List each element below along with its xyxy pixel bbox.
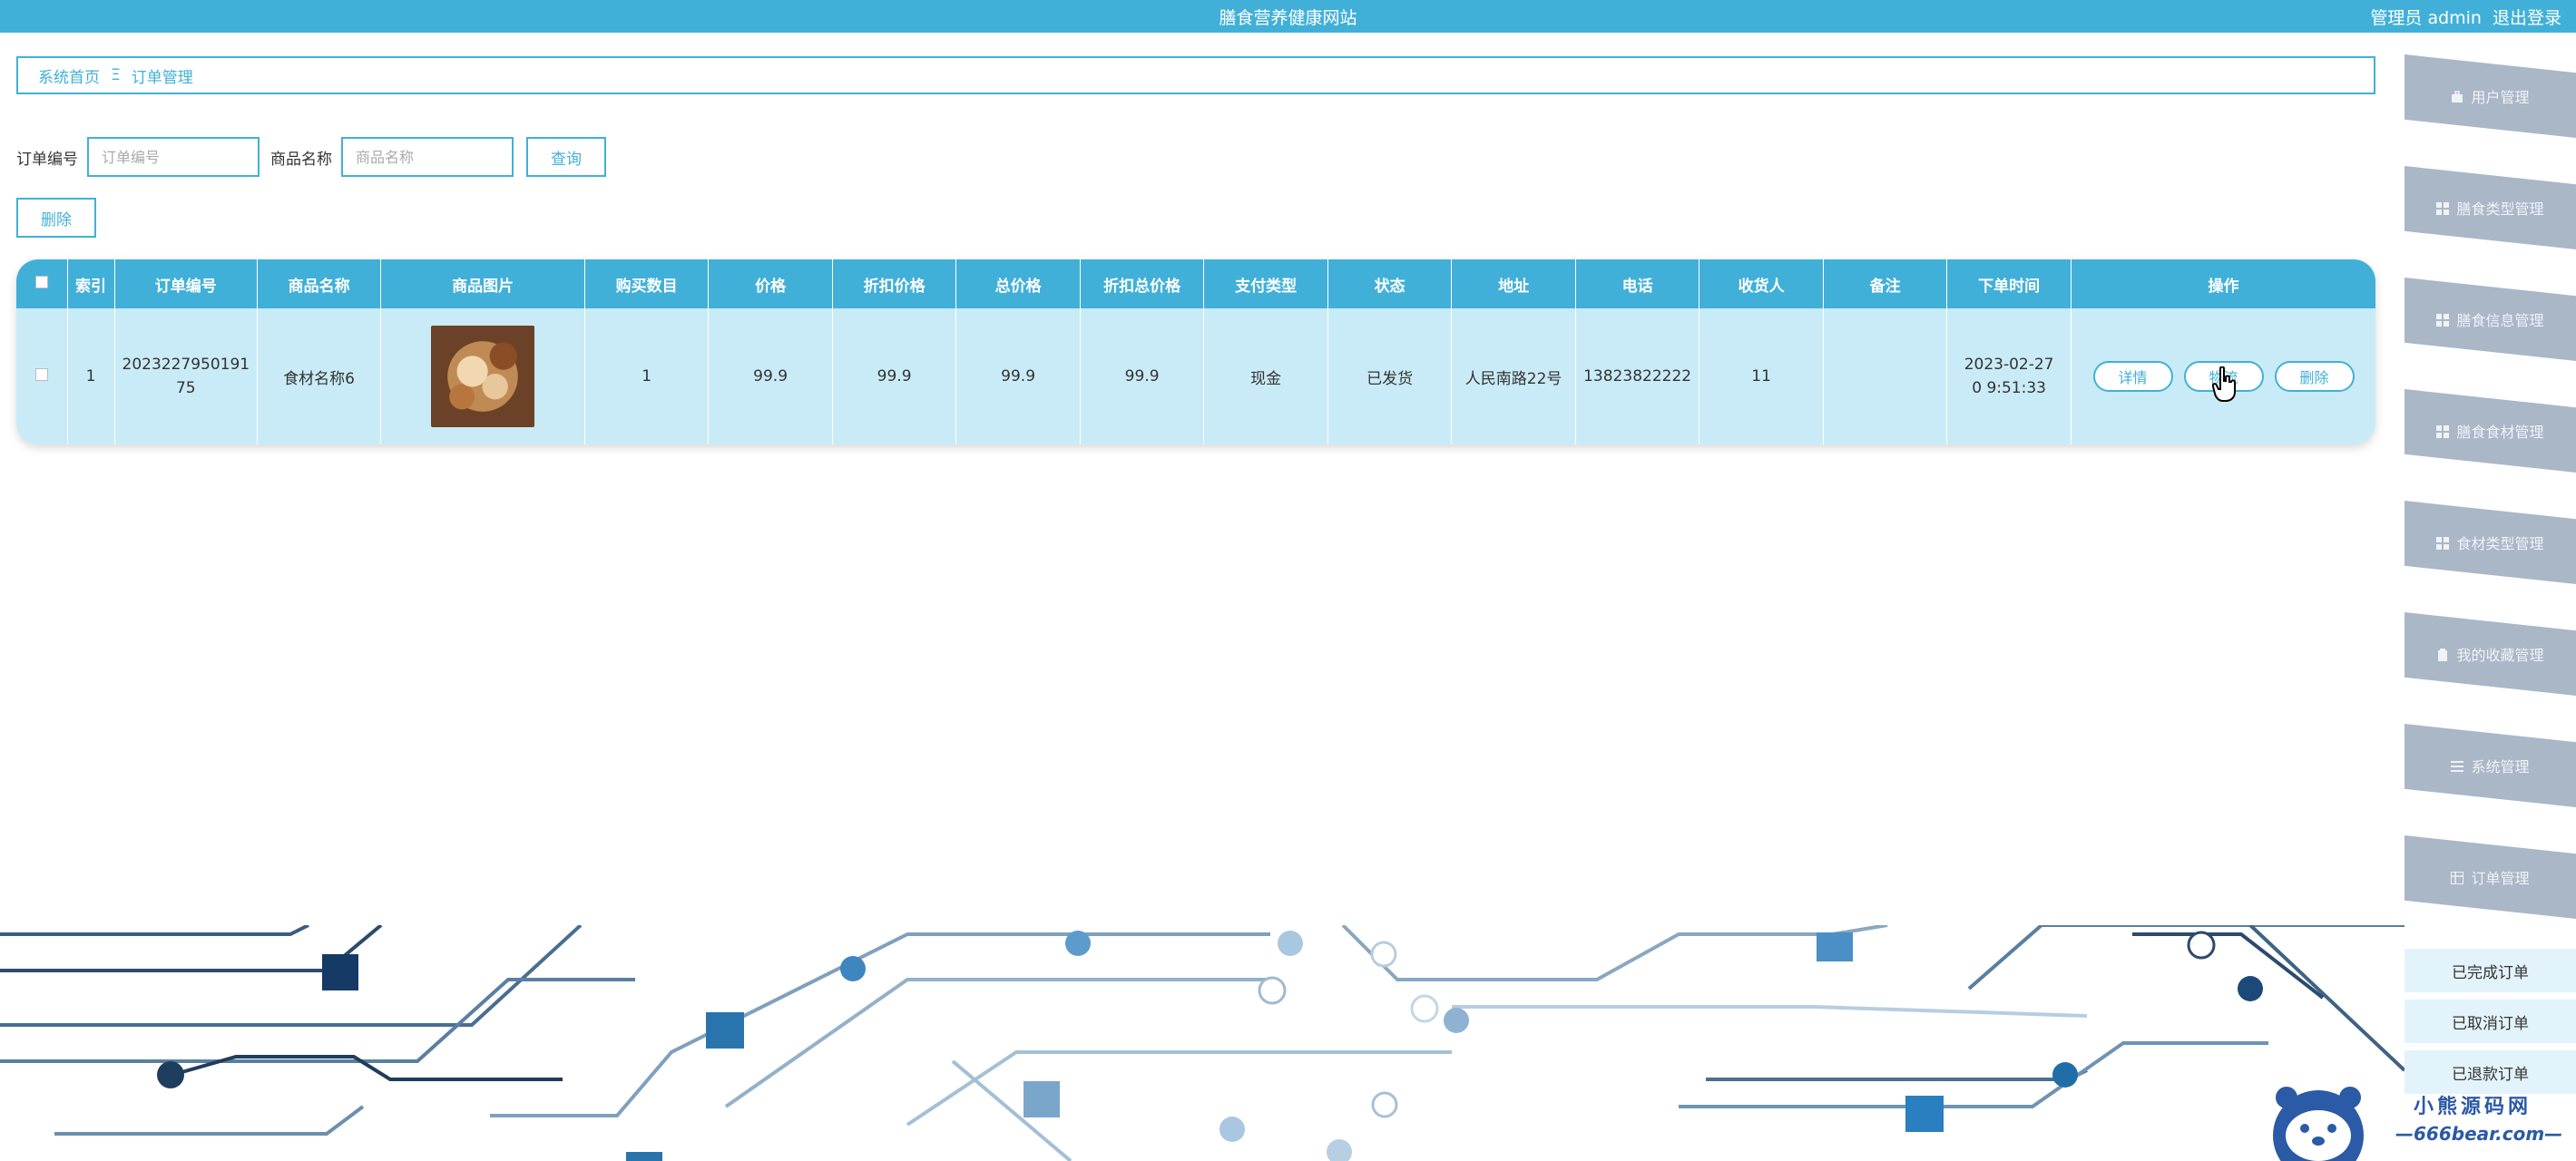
orders-table: 索引 订单编号 商品名称 商品图片 购买数目 价格 折扣价格 总价格 折扣总价格… — [16, 259, 2375, 444]
sidebar-item-system-management[interactable]: 系统管理 — [2405, 724, 2576, 807]
batch-delete-button[interactable]: 删除 — [16, 198, 96, 238]
clipboard-icon — [2436, 648, 2449, 661]
col-header: 备注 — [1823, 259, 1948, 308]
order-no-input[interactable] — [87, 137, 260, 177]
cell-pay-type: 现金 — [1203, 308, 1329, 444]
search-form: 订单编号 商品名称 查询 — [16, 136, 606, 178]
cell-status: 已发货 — [1327, 308, 1453, 444]
sidebar-item-meal-type-management[interactable]: 膳食类型管理 — [2405, 166, 2576, 249]
query-button[interactable]: 查询 — [526, 137, 606, 177]
circuit-node — [1817, 932, 1853, 961]
sidebar-item-favorites-management[interactable]: 我的收藏管理 — [2405, 612, 2576, 696]
breadcrumb-home[interactable]: 系统首页 — [38, 64, 100, 87]
row-select-cell — [16, 308, 68, 444]
circuit-node — [706, 1012, 744, 1049]
sidebar-item-ingredient-type-management[interactable]: 食材类型管理 — [2405, 501, 2576, 584]
watermark: 小熊源码网 —666bear.com— — [2259, 1079, 2576, 1161]
bear-logo-icon — [2259, 1079, 2377, 1161]
col-header: 支付类型 — [1203, 259, 1329, 308]
circuit-node — [322, 954, 358, 990]
col-header: 商品名称 — [257, 259, 382, 308]
cell-discount-price: 99.9 — [832, 308, 957, 444]
sidebar-item-label: 我的收藏管理 — [2456, 647, 2544, 664]
cell-index: 1 — [67, 308, 115, 444]
cell-order-time: 2023-02-27 0 9:51:33 — [1946, 308, 2072, 444]
table-header-row: 索引 订单编号 商品名称 商品图片 购买数目 价格 折扣价格 总价格 折扣总价格… — [16, 259, 2375, 308]
col-header: 地址 — [1451, 259, 1577, 308]
sidebar-subitem-completed-orders[interactable]: 已完成订单 — [2405, 949, 2576, 994]
cell-receiver: 11 — [1699, 308, 1825, 444]
circuit-decoration — [0, 925, 2405, 1161]
site-title: 膳食营养健康网站 — [1219, 8, 1357, 28]
breadcrumb: 系统首页 Ξ 订单管理 — [16, 56, 2375, 94]
sidebar-item-meal-info-management[interactable]: 膳食信息管理 — [2405, 278, 2576, 361]
circuit-node — [1905, 1096, 1944, 1132]
product-name-label: 商品名称 — [270, 150, 332, 169]
grid-icon — [2436, 424, 2450, 438]
col-header: 订单编号 — [114, 259, 259, 308]
col-header: 商品图片 — [380, 259, 586, 308]
sidebar-item-label: 系统管理 — [2471, 758, 2530, 776]
col-header: 操作 — [2208, 277, 2239, 296]
cell-product-image — [380, 308, 586, 444]
sidebar-item-label: 膳食类型管理 — [2456, 200, 2544, 218]
grid-icon — [2436, 201, 2450, 215]
admin-user-label: 管理员 admin — [2370, 8, 2482, 28]
sidebar-item-user-management[interactable]: 用户管理 — [2405, 54, 2576, 138]
breadcrumb-separator: Ξ — [111, 66, 121, 84]
sidebar-item-label: 膳食食材管理 — [2456, 424, 2544, 441]
logout-link[interactable]: 退出登录 — [2493, 5, 2561, 29]
sidebar-item-ingredient-management[interactable]: 膳食食材管理 — [2405, 389, 2576, 473]
sidebar-item-label: 订单管理 — [2471, 870, 2530, 887]
menu-icon — [2451, 759, 2464, 772]
col-header: 总价格 — [955, 259, 1082, 308]
sidebar-item-label: 膳食信息管理 — [2456, 312, 2544, 329]
col-header: 折扣价格 — [832, 259, 957, 308]
row-checkbox[interactable] — [34, 368, 48, 381]
cell-total-price: 99.9 — [955, 308, 1082, 444]
sidebar-item-order-management[interactable]: 订单管理 — [2405, 835, 2576, 919]
cell-order-no: 2023227950191 75 — [114, 308, 259, 444]
select-all-header — [16, 259, 68, 308]
cell-quantity: 1 — [584, 308, 710, 444]
grid-icon — [2436, 313, 2450, 327]
cell-remark — [1823, 308, 1948, 444]
grid-icon — [2436, 536, 2450, 550]
user-area: 管理员 admin 退出登录 — [2370, 5, 2561, 29]
product-name-input[interactable] — [341, 137, 514, 177]
cell-address: 人民南路22号 — [1451, 308, 1577, 444]
col-header: 购买数目 — [584, 259, 710, 308]
product-image[interactable] — [431, 326, 535, 427]
col-header: 折扣总价格 — [1080, 259, 1205, 308]
col-header: 下单时间 — [1946, 259, 2072, 308]
right-sidebar: 用户管理 膳食类型管理 膳食信息管理 膳食食材管理 食材类型管理 我的收藏管理 — [2405, 54, 2576, 1161]
col-header: 收货人 — [1699, 259, 1825, 308]
col-header: 索引 — [67, 259, 115, 308]
cell-discount-total-price: 99.9 — [1080, 308, 1205, 444]
sidebar-item-label: 用户管理 — [2471, 89, 2530, 106]
breadcrumb-current: 订单管理 — [131, 68, 193, 87]
cell-product-name: 食材名称6 — [257, 308, 382, 444]
watermark-title: 小熊源码网 — [2414, 1096, 2532, 1118]
select-all-checkbox[interactable] — [34, 276, 48, 288]
sidebar-subitem-cancelled-orders[interactable]: 已取消订单 — [2405, 1000, 2576, 1045]
order-no-label: 订单编号 — [16, 150, 78, 169]
briefcase-icon — [2451, 90, 2463, 102]
top-bar: 膳食营养健康网站 管理员 admin 退出登录 — [0, 0, 2576, 33]
delete-button[interactable]: 删除 — [2274, 361, 2355, 392]
hand-cursor-icon — [2212, 366, 2236, 402]
cell-price: 99.9 — [708, 308, 834, 444]
watermark-url: —666bear.com— — [2395, 1123, 2563, 1145]
table-row: 1 2023227950191 75 食材名称6 1 99.9 99.9 99.… — [16, 308, 2375, 444]
sidebar-item-label: 食材类型管理 — [2456, 535, 2544, 552]
detail-button[interactable]: 详情 — [2092, 361, 2173, 392]
circuit-node — [1024, 1081, 1060, 1117]
col-header: 状态 — [1327, 259, 1453, 308]
col-header: 价格 — [708, 259, 834, 308]
col-header: 电话 — [1575, 259, 1700, 308]
cell-phone: 13823822222 — [1575, 308, 1700, 444]
table-icon — [2450, 871, 2465, 885]
